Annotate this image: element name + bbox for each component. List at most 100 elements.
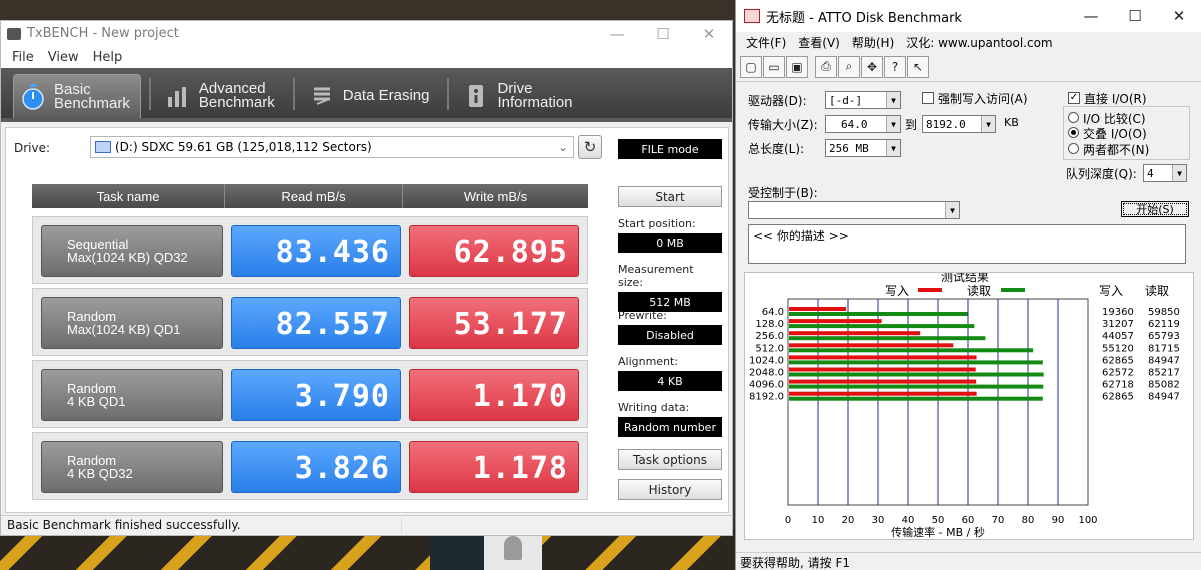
queue-depth-select[interactable]: 4 ▼ [1143, 164, 1187, 182]
write-value-label: 44057 [1102, 331, 1134, 342]
refresh-button[interactable]: ↻ [578, 135, 602, 159]
total-length-value: 256 MB [829, 141, 869, 155]
file-mode-indicator: FILE mode [618, 139, 722, 159]
x-tick-label: 70 [992, 515, 1005, 526]
close-button[interactable]: ✕ [1157, 7, 1201, 25]
menu-file[interactable]: 文件(F) [740, 34, 792, 51]
x-axis-label: 传输速率 - MB / 秒 [891, 525, 985, 539]
prewrite-value[interactable]: Disabled [618, 325, 722, 345]
description-textbox[interactable]: << 你的描述 >> [748, 224, 1186, 264]
txbench-app-icon [7, 27, 21, 40]
desktop-user-icon[interactable] [484, 530, 542, 570]
print-icon[interactable]: ⎙ [815, 55, 837, 78]
drive-info-icon [463, 83, 489, 109]
read-result: 83.436 [231, 225, 401, 277]
read-result: 3.790 [231, 369, 401, 421]
task-name-line: 4 KB QD32 [67, 466, 133, 481]
txbench-titlebar: TxBENCH - New project — ☐ ✕ [1, 21, 732, 46]
save-icon[interactable]: ▣ [786, 55, 808, 78]
x-tick-label: 30 [872, 515, 885, 526]
bar-write [789, 331, 921, 336]
menu-localization[interactable]: 汉化: www.upantool.com [900, 34, 1058, 51]
write-value: 53.177 [453, 307, 568, 342]
read-value-label: 65793 [1148, 331, 1180, 342]
task-button[interactable]: Random 4 KB QD32 [41, 441, 223, 493]
txbench-window: TxBENCH - New project — ☐ ✕ File View He… [0, 20, 733, 536]
category-label: 1024.0 [749, 355, 784, 366]
writing-data-value[interactable]: Random number [618, 417, 722, 437]
tab-basic-benchmark[interactable]: Basic Benchmark [13, 74, 141, 118]
tab-advanced-benchmark[interactable]: Advanced Benchmark [159, 74, 285, 118]
menu-bar: 文件(F) 查看(V) 帮助(H) 汉化: www.upantool.com [736, 32, 1201, 52]
writing-data-group: Writing data: Random number [618, 401, 722, 437]
start-button[interactable]: 开始(S) [1121, 201, 1189, 217]
drive-select[interactable]: (D:) SDXC 59.61 GB (125,018,112 Sectors)… [90, 136, 574, 158]
history-button[interactable]: History [618, 479, 722, 500]
maximize-button[interactable]: ☐ [640, 25, 686, 43]
start-button[interactable]: Start [618, 186, 722, 207]
print-preview-icon[interactable]: ⌕ [838, 55, 860, 78]
header-task-name: Task name [32, 184, 225, 208]
drive-select-value: [-d-] [829, 93, 863, 107]
read-value-label: 62119 [1148, 319, 1180, 330]
task-button[interactable]: Sequential Max(1024 KB) QD32 [41, 225, 223, 277]
neither-label: 两者都不(N) [1083, 143, 1150, 157]
task-button[interactable]: Random 4 KB QD1 [41, 369, 223, 421]
menu-view[interactable]: View [41, 50, 86, 65]
tab-label: Data Erasing [342, 87, 430, 104]
new-file-icon[interactable]: ▢ [740, 55, 762, 78]
transfer-size-from-select[interactable]: 64.0 ▼ [825, 115, 901, 133]
overlapped-io-label: 交叠 I/O(O) [1083, 127, 1147, 141]
move-icon[interactable]: ✥ [861, 55, 883, 78]
start-position-value[interactable]: 0 MB [618, 233, 722, 253]
bar-write [789, 343, 954, 348]
writing-data-label: Writing data: [618, 401, 690, 414]
overlapped-io-radio[interactable] [1068, 127, 1079, 138]
bar-read [789, 324, 975, 329]
menu-view[interactable]: 查看(V) [792, 34, 846, 51]
neither-radio[interactable] [1068, 143, 1079, 154]
tab-data-erasing[interactable]: Data Erasing [303, 74, 440, 118]
bar-read [789, 372, 1044, 377]
direct-io-checkbox[interactable]: ✓ [1068, 92, 1080, 104]
open-folder-icon[interactable]: ▭ [763, 55, 785, 78]
menu-file[interactable]: File [5, 50, 41, 65]
close-button[interactable]: ✕ [686, 25, 732, 43]
help-icon[interactable]: ? [884, 55, 906, 78]
force-write-checkbox[interactable] [922, 92, 934, 104]
read-value-label: 84947 [1148, 355, 1180, 366]
force-write-label: 强制写入访问(A) [938, 92, 1028, 106]
task-button[interactable]: Random Max(1024 KB) QD1 [41, 297, 223, 349]
x-tick-label: 90 [1052, 515, 1065, 526]
window-title: TxBENCH - New project [27, 26, 179, 41]
drive-select[interactable]: [-d-] ▼ [825, 91, 901, 109]
menu-help[interactable]: Help [86, 50, 130, 65]
menu-help[interactable]: 帮助(H) [846, 34, 900, 51]
maximize-button[interactable]: ☐ [1113, 7, 1157, 25]
write-value-label: 62865 [1102, 392, 1134, 403]
task-name-line: Max(1024 KB) QD32 [67, 250, 188, 265]
status-bar: Basic Benchmark finished successfully. [1, 515, 732, 535]
transfer-size-to-select[interactable]: 8192.0 ▼ [922, 115, 996, 133]
eraser-icon [309, 83, 335, 109]
read-value-label: 84947 [1148, 392, 1180, 403]
category-label: 128.0 [755, 319, 784, 330]
category-label: 4096.0 [749, 380, 784, 391]
to-label: 到 [905, 118, 918, 132]
measurement-size-label: Measurement size: [618, 263, 694, 289]
context-help-icon[interactable]: ↖ [907, 55, 929, 78]
tab-bar: Basic Benchmark Advanced Benchmark Data Er… [1, 68, 732, 122]
minimize-button[interactable]: — [594, 25, 640, 43]
io-compare-radio[interactable] [1068, 112, 1079, 123]
tab-drive-information[interactable]: Drive Information [457, 74, 582, 118]
minimize-button[interactable]: — [1069, 7, 1113, 25]
task-options-button[interactable]: Task options [618, 449, 722, 470]
write-result: 1.170 [409, 369, 579, 421]
total-length-select[interactable]: 256 MB ▼ [825, 139, 901, 157]
total-length-label: 总长度(L): [748, 142, 805, 156]
column-header-read: 读取 [1145, 284, 1169, 298]
controlled-by-select[interactable]: ▼ [748, 201, 960, 219]
category-label: 8192.0 [749, 392, 784, 403]
read-value: 3.790 [294, 379, 390, 414]
alignment-value[interactable]: 4 KB [618, 371, 722, 391]
